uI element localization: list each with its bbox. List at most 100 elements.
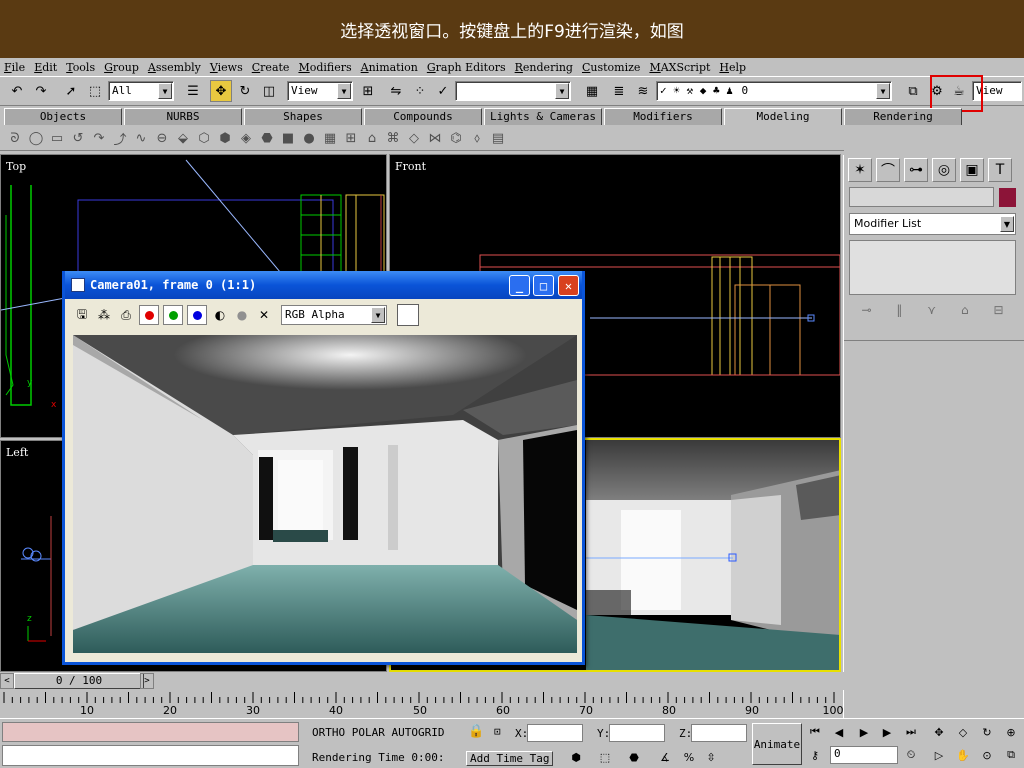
maxscript-listener[interactable] bbox=[2, 722, 299, 742]
close-icon[interactable]: ✕ bbox=[558, 275, 579, 296]
noise-icon[interactable]: ∿ bbox=[132, 130, 150, 148]
channel-dropdown[interactable]: RGB Alpha ▼ bbox=[281, 305, 387, 325]
tab-lights-cameras[interactable]: Lights & Cameras bbox=[484, 108, 602, 125]
edit-spline-icon[interactable]: ᘐ bbox=[6, 130, 24, 148]
select-by-name-icon[interactable]: ☰ bbox=[182, 80, 204, 102]
snap-modes[interactable]: ORTHO POLAR AUTOGRID bbox=[312, 726, 444, 739]
mesh-icon[interactable]: ⬢ bbox=[216, 130, 234, 148]
angle-snap-icon[interactable]: ∡ bbox=[656, 748, 674, 766]
pivot-icon[interactable]: ⊞ bbox=[357, 80, 379, 102]
fov-icon[interactable]: ▷ bbox=[930, 746, 948, 764]
sphere-icon[interactable]: ● bbox=[300, 130, 318, 148]
optimize-icon[interactable]: ⌬ bbox=[447, 130, 465, 148]
tab-modeling[interactable]: Modeling bbox=[724, 108, 842, 125]
lock-icon[interactable]: 🔒 bbox=[468, 724, 484, 739]
utilities-tab-icon[interactable]: T bbox=[988, 158, 1012, 182]
make-unique-icon[interactable]: ⋎ bbox=[927, 303, 936, 317]
crossing-select-icon[interactable]: ⬚ bbox=[596, 748, 614, 766]
hierarchy-tab-icon[interactable]: ⊶ bbox=[904, 158, 928, 182]
object-name-field[interactable] bbox=[849, 187, 994, 207]
clone-window-icon[interactable]: ⁂ bbox=[95, 306, 113, 324]
circle-icon[interactable]: ◯ bbox=[27, 130, 45, 148]
add-time-tag-button[interactable]: Add Time Tag bbox=[466, 751, 554, 766]
next-frame-arrow-icon[interactable]: > bbox=[140, 673, 154, 689]
minimize-icon[interactable]: _ bbox=[509, 275, 530, 296]
tab-shapes[interactable]: Shapes bbox=[244, 108, 362, 125]
menu-views[interactable]: Views bbox=[210, 61, 243, 74]
walkthrough-icon[interactable]: ⊙ bbox=[978, 746, 996, 764]
alpha-channel-icon[interactable]: ◐ bbox=[211, 306, 229, 324]
current-frame-field[interactable]: 0 bbox=[830, 746, 898, 764]
layers-icon[interactable]: ≋ bbox=[632, 80, 654, 102]
track-view-icon[interactable]: ▦ bbox=[581, 80, 603, 102]
box-icon[interactable]: ■ bbox=[279, 130, 297, 148]
taper-icon[interactable]: ⤴ bbox=[111, 130, 129, 148]
named-selection-dropdown[interactable]: ▼ bbox=[455, 81, 571, 101]
modifier-stack[interactable] bbox=[849, 240, 1016, 295]
monochrome-icon[interactable]: ● bbox=[233, 306, 251, 324]
menu-file[interactable]: File bbox=[4, 61, 25, 74]
min-max-toggle-icon[interactable]: ⧉ bbox=[1002, 746, 1020, 764]
configure-sets-icon[interactable]: ⊟ bbox=[993, 303, 1003, 317]
show-end-result-icon[interactable]: ‖ bbox=[896, 303, 902, 317]
symmetry-icon[interactable]: ⋈ bbox=[426, 130, 444, 148]
tab-nurbs[interactable]: NURBS bbox=[124, 108, 242, 125]
animate-button[interactable]: Animate bbox=[752, 723, 802, 765]
array-icon[interactable]: ⁘ bbox=[409, 80, 431, 102]
remove-modifier-icon[interactable]: ⌂ bbox=[961, 303, 969, 317]
snap-3d-icon[interactable]: ⬣ bbox=[625, 748, 643, 766]
tab-objects[interactable]: Objects bbox=[4, 108, 122, 125]
percent-snap-icon[interactable]: % bbox=[680, 748, 698, 766]
selection-filter-dropdown[interactable]: All ▼ bbox=[108, 81, 174, 101]
layer-manager-icon[interactable]: ≣ bbox=[608, 80, 630, 102]
poly-icon[interactable]: ⬡ bbox=[195, 130, 213, 148]
time-config-icon[interactable]: ⏲ bbox=[902, 746, 920, 764]
schematic-view-icon[interactable]: ⧉ bbox=[902, 80, 924, 102]
time-slider-handle[interactable]: 0 / 100 bbox=[14, 673, 144, 689]
spinner-snap-icon[interactable]: ⇳ bbox=[702, 748, 720, 766]
menu-graph-editors[interactable]: Graph Editors bbox=[427, 61, 506, 74]
key-mode-icon[interactable]: ⚷ bbox=[806, 746, 824, 764]
redo-icon[interactable]: ↷ bbox=[30, 80, 52, 102]
blue-channel-toggle[interactable] bbox=[187, 305, 207, 325]
play-icon[interactable]: ▶ bbox=[855, 723, 873, 741]
cone-icon[interactable]: ⬙ bbox=[174, 130, 192, 148]
motion-tab-icon[interactable]: ◎ bbox=[932, 158, 956, 182]
square-icon[interactable]: ▭ bbox=[48, 130, 66, 148]
menu-edit[interactable]: Edit bbox=[34, 61, 57, 74]
snap-icon[interactable]: ✓ bbox=[432, 80, 454, 102]
move-icon[interactable]: ✥ bbox=[210, 80, 232, 102]
tab-compounds[interactable]: Compounds bbox=[364, 108, 482, 125]
track-bar[interactable]: 10 20 30 40 50 60 70 80 90 100 bbox=[0, 690, 844, 718]
menu-animation[interactable]: Animation bbox=[361, 61, 418, 74]
normal-icon[interactable]: ⬨ bbox=[468, 130, 486, 148]
pan-hand-icon[interactable]: ✋ bbox=[954, 746, 972, 764]
menu-create[interactable]: Create bbox=[252, 61, 290, 74]
menu-tools[interactable]: Tools bbox=[66, 61, 95, 74]
menu-assembly[interactable]: Assembly bbox=[148, 61, 201, 74]
grid-icon[interactable]: ▦ bbox=[321, 130, 339, 148]
display-tab-icon[interactable]: ▣ bbox=[960, 158, 984, 182]
tab-rendering[interactable]: Rendering bbox=[844, 108, 962, 125]
modifier-list-dropdown[interactable]: Modifier List ▼ bbox=[849, 213, 1016, 235]
uvw-icon[interactable]: ⌘ bbox=[384, 130, 402, 148]
menu-maxscript[interactable]: MAXScript bbox=[649, 61, 710, 74]
menu-help[interactable]: Help bbox=[719, 61, 746, 74]
cloth-icon[interactable]: ⌂ bbox=[363, 130, 381, 148]
region-select-icon[interactable]: ⬚ bbox=[84, 80, 106, 102]
prev-frame-icon[interactable]: ◀ bbox=[830, 723, 848, 741]
orbit-icon[interactable]: ↻ bbox=[978, 723, 996, 741]
bevel-icon[interactable]: ◈ bbox=[237, 130, 255, 148]
save-image-icon[interactable]: 🖫 bbox=[73, 306, 91, 324]
degradation-override-icon[interactable]: ⬢ bbox=[567, 748, 585, 766]
mirror-icon[interactable]: ⇋ bbox=[385, 80, 407, 102]
smooth-icon[interactable]: ◇ bbox=[405, 130, 423, 148]
arc-rotate-icon[interactable]: ◇ bbox=[954, 723, 972, 741]
pixel-color-swatch[interactable] bbox=[397, 304, 419, 326]
modify-tab-icon[interactable]: ⌒ bbox=[876, 158, 900, 182]
prev-frame-arrow-icon[interactable]: < bbox=[0, 673, 14, 689]
tab-modifiers[interactable]: Modifiers bbox=[604, 108, 722, 125]
tessellate-icon[interactable]: ▤ bbox=[489, 130, 507, 148]
undo-icon[interactable]: ↶ bbox=[6, 80, 28, 102]
menu-group[interactable]: Group bbox=[104, 61, 139, 74]
